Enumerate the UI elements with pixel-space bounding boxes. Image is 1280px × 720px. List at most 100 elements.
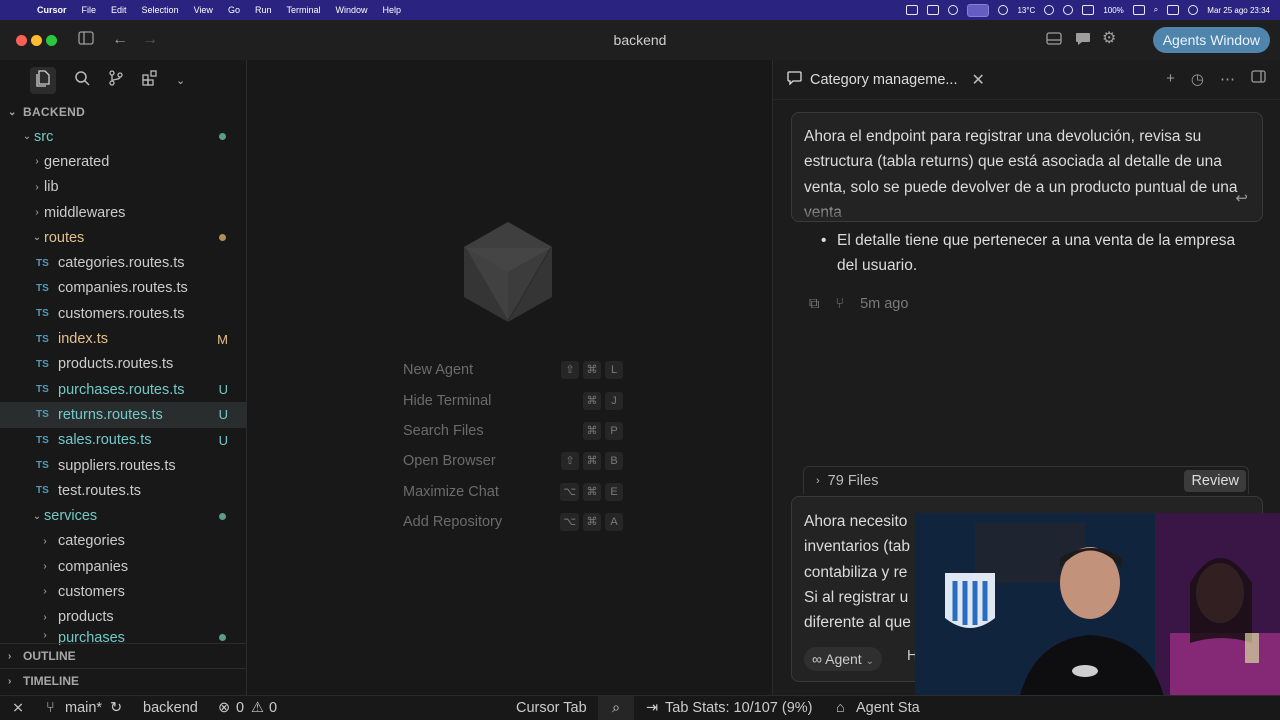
shortcut-keys: ⌥ ⌘ A <box>560 513 623 531</box>
command-label: Hide Terminal <box>403 393 492 409</box>
tree-file-companies-routes[interactable]: TS companies.routes.ts <box>0 276 246 301</box>
status-app-icon[interactable] <box>948 5 959 15</box>
tree-file-purchases-routes[interactable]: TS purchases.routes.ts U <box>0 377 246 402</box>
command-hide-terminal[interactable]: Hide Terminal ⌘ J <box>403 389 623 413</box>
battery-icon[interactable] <box>1132 5 1145 15</box>
outline-section-header[interactable]: › OUTLINE <box>0 643 247 668</box>
status-app-icon[interactable] <box>906 5 919 15</box>
menu-clock[interactable]: Mar 25 ago 23:34 <box>1207 6 1270 15</box>
tree-folder-categories[interactable]: › categories <box>0 529 246 554</box>
menu-selection[interactable]: Selection <box>142 5 179 15</box>
tree-folder-companies[interactable]: › companies <box>0 554 246 579</box>
chat-tab-bar: Category manageme... ✕ + ◷ ⋯ <box>773 60 1280 100</box>
error-count[interactable]: 0 <box>236 700 244 716</box>
chevron-down-icon[interactable]: ⌄ <box>176 74 185 87</box>
workspace-name[interactable]: backend <box>143 700 198 716</box>
chat-tab-title[interactable]: Category manageme... <box>810 72 958 88</box>
history-clock-icon[interactable]: ◷ <box>1191 70 1204 88</box>
battery-percent[interactable]: 100% <box>1103 6 1123 15</box>
review-button[interactable]: Review <box>1184 470 1246 492</box>
tree-folder-products[interactable]: › products <box>0 605 246 630</box>
tree-folder-services[interactable]: ⌄ services <box>0 503 246 528</box>
chevron-right-icon: › <box>816 474 820 487</box>
tree-file-suppliers-routes[interactable]: TS suppliers.routes.ts <box>0 453 246 478</box>
command-maximize-chat[interactable]: Maximize Chat ⌥ ⌘ E <box>403 480 623 504</box>
menu-edit[interactable]: Edit <box>111 5 127 15</box>
screen-recording-icon[interactable] <box>967 3 990 17</box>
tree-file-customers-routes[interactable]: TS customers.routes.ts <box>0 301 246 326</box>
siri-icon[interactable] <box>1188 5 1199 15</box>
tree-folder-generated[interactable]: › generated <box>0 149 246 174</box>
tree-folder-src[interactable]: ⌄ src <box>0 124 246 149</box>
command-new-agent[interactable]: New Agent ⇧ ⌘ L <box>403 358 623 382</box>
tree-file-test-routes[interactable]: TS test.routes.ts <box>0 478 246 503</box>
plus-icon[interactable]: + <box>1166 70 1175 88</box>
sync-icon[interactable]: ↻ <box>110 700 122 716</box>
status-app-icon[interactable] <box>998 5 1009 15</box>
tree-file-index[interactable]: TS index.ts M <box>0 326 246 351</box>
tree-item-label: companies.routes.ts <box>58 280 188 297</box>
explorer-section-header[interactable]: ⌄ BACKEND <box>0 100 246 124</box>
menu-window[interactable]: Window <box>335 5 367 15</box>
tree-folder-customers[interactable]: › customers <box>0 579 246 604</box>
source-control-icon[interactable] <box>108 70 124 90</box>
menu-file[interactable]: File <box>82 5 97 15</box>
tree-folder-lib[interactable]: › lib <box>0 175 246 200</box>
tab-stats[interactable]: Tab Stats: 10/107 (9%) <box>665 700 813 716</box>
tree-item-label: src <box>34 128 54 145</box>
tree-folder-routes[interactable]: ⌄ routes <box>0 225 246 250</box>
warning-count[interactable]: 0 <box>269 700 277 716</box>
changed-files-row[interactable]: › 79 Files Review <box>803 466 1249 494</box>
settings-gear-icon[interactable]: ⚙ <box>1102 30 1116 48</box>
git-branch[interactable]: main* <box>65 700 102 716</box>
command-add-repository[interactable]: Add Repository ⌥ ⌘ A <box>403 510 623 534</box>
tree-folder-middlewares[interactable]: › middlewares <box>0 200 246 225</box>
agent-stats[interactable]: Agent Sta <box>856 700 920 716</box>
explorer-files-icon[interactable] <box>30 66 56 94</box>
fork-icon[interactable]: ⑂ <box>835 296 844 312</box>
chat-bubble-icon[interactable] <box>1075 32 1091 51</box>
zoom-icon[interactable]: ⌕ <box>598 696 634 720</box>
status-app-icon[interactable] <box>1044 5 1055 15</box>
menu-go[interactable]: Go <box>228 5 240 15</box>
tree-file-returns-routes[interactable]: TS returns.routes.ts U <box>0 402 246 428</box>
copy-icon[interactable]: ⧉ <box>809 296 819 312</box>
extensions-icon[interactable] <box>142 70 158 90</box>
wifi-icon[interactable] <box>1082 5 1095 15</box>
timeline-section-header[interactable]: › TIMELINE <box>0 668 247 693</box>
shortcut-key: ⌥ <box>560 483 579 501</box>
agent-mode-dropdown[interactable]: ∞ Agent ⌄ <box>804 647 882 671</box>
webcam-overlay <box>915 513 1280 720</box>
tree-file-categories-routes[interactable]: TS categories.routes.ts <box>0 250 246 275</box>
tree-file-sales-routes[interactable]: TS sales.routes.ts U <box>0 428 246 453</box>
control-center-icon[interactable] <box>1167 5 1180 15</box>
command-search-files[interactable]: Search Files ⌘ P <box>403 419 623 443</box>
user-message-card[interactable]: Ahora el endpoint para registrar una dev… <box>791 112 1263 222</box>
status-app-icon[interactable] <box>1063 5 1074 15</box>
weather-temperature[interactable]: 13°C <box>1017 6 1035 15</box>
spotlight-search-icon[interactable]: ⌕ <box>1154 5 1158 15</box>
chevron-right-icon: › <box>43 535 47 547</box>
toggle-panel-icon[interactable] <box>1251 70 1266 88</box>
toggle-panel-icon[interactable] <box>1046 32 1062 50</box>
status-app-icon[interactable] <box>927 5 940 15</box>
tree-item-label: suppliers.routes.ts <box>58 457 176 474</box>
menu-app-name[interactable]: Cursor <box>37 5 67 15</box>
undo-arrow-icon[interactable]: ↩ <box>1235 186 1248 211</box>
cursor-logo-icon <box>462 220 554 329</box>
more-options-icon[interactable]: ⋯ <box>1220 70 1235 88</box>
agents-window-button[interactable]: Agents Window <box>1152 27 1270 53</box>
command-open-browser[interactable]: Open Browser ⇧ ⌘ B <box>403 449 623 473</box>
tree-file-products-routes[interactable]: TS products.routes.ts <box>0 352 246 377</box>
remote-icon[interactable]: ⨯ <box>12 700 24 716</box>
menu-view[interactable]: View <box>194 5 213 15</box>
search-icon[interactable] <box>74 70 90 90</box>
menu-terminal[interactable]: Terminal <box>286 5 320 15</box>
menu-help[interactable]: Help <box>383 5 402 15</box>
explorer-sidebar: ⌄ ⌄ BACKEND ⌄ src › generated › lib › mi… <box>0 60 247 695</box>
tree-item-label: services <box>44 508 98 525</box>
close-icon[interactable]: ✕ <box>972 70 985 90</box>
menu-run[interactable]: Run <box>255 5 272 15</box>
shortcut-key: ⇧ <box>561 452 579 470</box>
cursor-tab-status[interactable]: Cursor Tab <box>516 700 587 716</box>
